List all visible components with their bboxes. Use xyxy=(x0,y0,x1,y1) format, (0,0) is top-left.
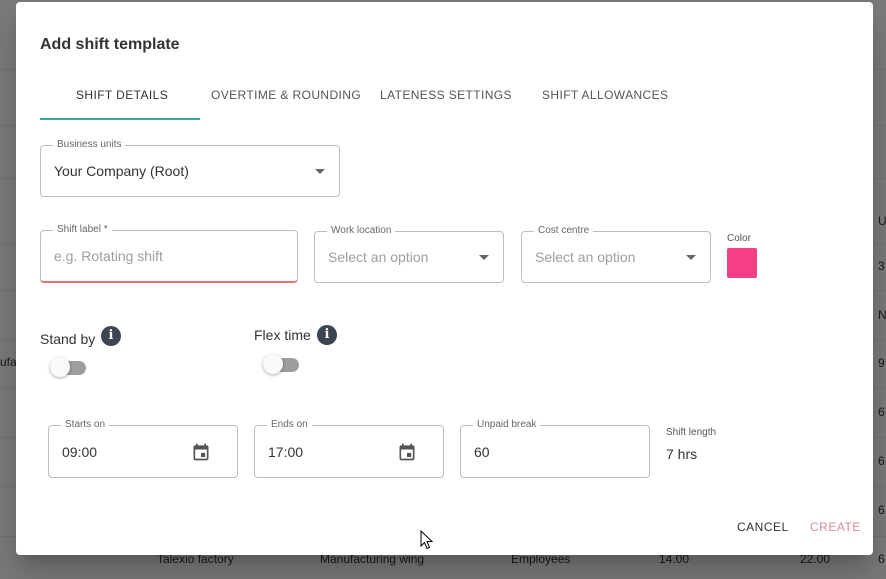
color-swatch[interactable] xyxy=(727,248,757,278)
mouse-cursor-icon xyxy=(420,530,434,550)
toggle-knob xyxy=(50,357,70,377)
tab-lateness-settings[interactable]: LATENESS SETTINGS xyxy=(380,88,512,102)
ends-on-value: 17:00 xyxy=(268,443,304,460)
stand-by-toggle[interactable] xyxy=(50,356,86,378)
tab-shift-details[interactable]: SHIFT DETAILS xyxy=(76,88,168,102)
ends-on-label: Ends on xyxy=(267,419,312,431)
stand-by-label: Stand by xyxy=(40,331,96,347)
work-location-label: Work location xyxy=(327,225,396,237)
business-units-label: Business units xyxy=(53,139,126,151)
ends-on-input[interactable]: Ends on 17:00 xyxy=(254,419,444,478)
starts-on-input[interactable]: Starts on 09:00 xyxy=(48,419,238,478)
tab-overtime-rounding[interactable]: OVERTIME & ROUNDING xyxy=(211,88,361,102)
active-tab-indicator xyxy=(40,118,200,120)
shift-length-value: 7 hrs xyxy=(666,446,698,462)
unpaid-break-value: 60 xyxy=(474,443,490,460)
shift-label-placeholder: e.g. Rotating shift xyxy=(54,248,163,264)
work-location-select[interactable]: Work location Select an option xyxy=(314,225,504,283)
info-icon[interactable]: i xyxy=(101,326,121,346)
cancel-button[interactable]: CANCEL xyxy=(737,520,789,534)
unpaid-break-label: Unpaid break xyxy=(473,419,541,431)
color-label: Color xyxy=(727,233,751,244)
cost-centre-label: Cost centre xyxy=(534,225,594,237)
shift-label-label: Shift label * xyxy=(53,224,112,236)
starts-on-value: 09:00 xyxy=(62,443,98,460)
tab-shift-allowances[interactable]: SHIFT ALLOWANCES xyxy=(542,88,668,102)
unpaid-break-input[interactable]: Unpaid break 60 xyxy=(460,419,650,478)
cost-centre-placeholder: Select an option xyxy=(535,249,636,265)
calendar-icon[interactable] xyxy=(397,442,417,462)
info-icon[interactable]: i xyxy=(317,325,337,345)
calendar-icon[interactable] xyxy=(191,442,211,462)
toggle-knob xyxy=(263,354,283,374)
flex-time-toggle[interactable] xyxy=(263,353,299,375)
cost-centre-select[interactable]: Cost centre Select an option xyxy=(521,225,711,283)
dialog-title: Add shift template xyxy=(40,36,180,53)
flex-time-label: Flex time xyxy=(254,327,311,343)
create-button[interactable]: CREATE xyxy=(810,520,861,534)
chevron-down-icon xyxy=(479,255,489,260)
shift-length-label: Shift length xyxy=(666,427,717,438)
business-units-value: Your Company (Root) xyxy=(54,163,189,179)
work-location-placeholder: Select an option xyxy=(328,249,429,265)
shift-label-input[interactable]: Shift label * e.g. Rotating shift xyxy=(40,224,298,283)
chevron-down-icon xyxy=(315,169,325,174)
starts-on-label: Starts on xyxy=(61,419,110,431)
add-shift-template-dialog: Add shift template SHIFT DETAILS OVERTIM… xyxy=(16,2,873,555)
chevron-down-icon xyxy=(686,255,696,260)
business-units-select[interactable]: Business units Your Company (Root) xyxy=(40,139,340,197)
